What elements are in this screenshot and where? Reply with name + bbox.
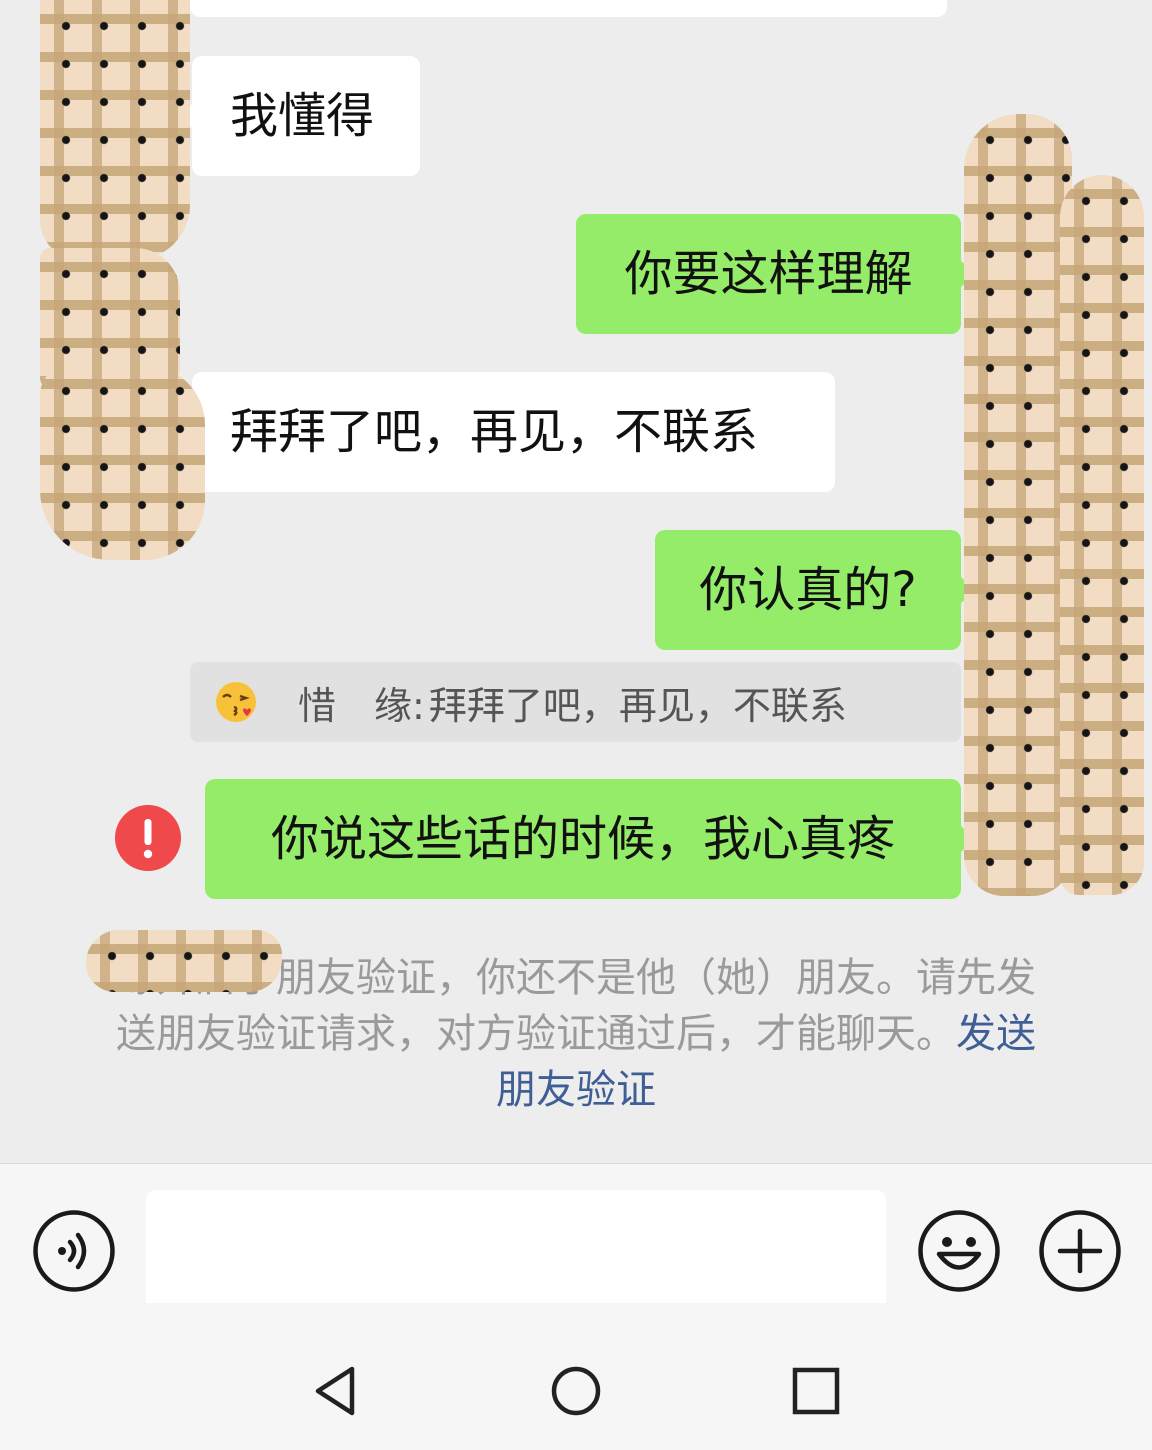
incoming-bubble-partial[interactable]	[190, 0, 947, 17]
message-text: 你要这样理解	[624, 246, 913, 302]
outgoing-message[interactable]: 你要这样理解	[576, 214, 975, 334]
back-triangle-icon[interactable]	[306, 1361, 366, 1421]
plus-icon[interactable]	[1038, 1209, 1122, 1293]
message-text: 拜拜了吧，再见，不联系	[230, 404, 759, 460]
name-redacted	[86, 930, 282, 992]
input-bar	[0, 1163, 1152, 1310]
avatar-left-redacted	[40, 365, 205, 560]
quote-sender: 惜 缘:	[298, 683, 425, 728]
avatar-right-redacted	[1060, 175, 1144, 895]
incoming-message[interactable]: 我懂得	[179, 56, 420, 176]
avatar-left-redacted	[40, 0, 190, 260]
home-circle-icon[interactable]	[546, 1361, 606, 1421]
voice-icon[interactable]	[32, 1209, 116, 1293]
incoming-message[interactable]: 拜拜了吧，再见，不联系	[179, 372, 835, 492]
recents-square-icon[interactable]	[786, 1361, 846, 1421]
message-text: 我懂得	[230, 88, 375, 144]
kissing-heart-emoji-icon	[216, 682, 256, 722]
avatar-right-redacted	[964, 114, 1072, 896]
smiley-icon[interactable]	[917, 1209, 1001, 1293]
quote-text: 拜拜了吧，再见，不联系	[428, 683, 847, 728]
system-navigation-bar	[0, 1303, 1152, 1450]
message-input[interactable]	[146, 1190, 886, 1310]
exclamation-icon[interactable]	[115, 805, 181, 871]
outgoing-message-failed[interactable]: 你说这些话的时候，我心真疼	[205, 779, 975, 899]
outgoing-message[interactable]: 你认真的?	[655, 530, 975, 650]
message-text: 你说这些话的时候，我心真疼	[270, 811, 895, 867]
quoted-message[interactable]: 惜 缘: 拜拜了吧，再见，不联系	[190, 662, 961, 742]
message-text: 你认真的?	[699, 562, 917, 618]
